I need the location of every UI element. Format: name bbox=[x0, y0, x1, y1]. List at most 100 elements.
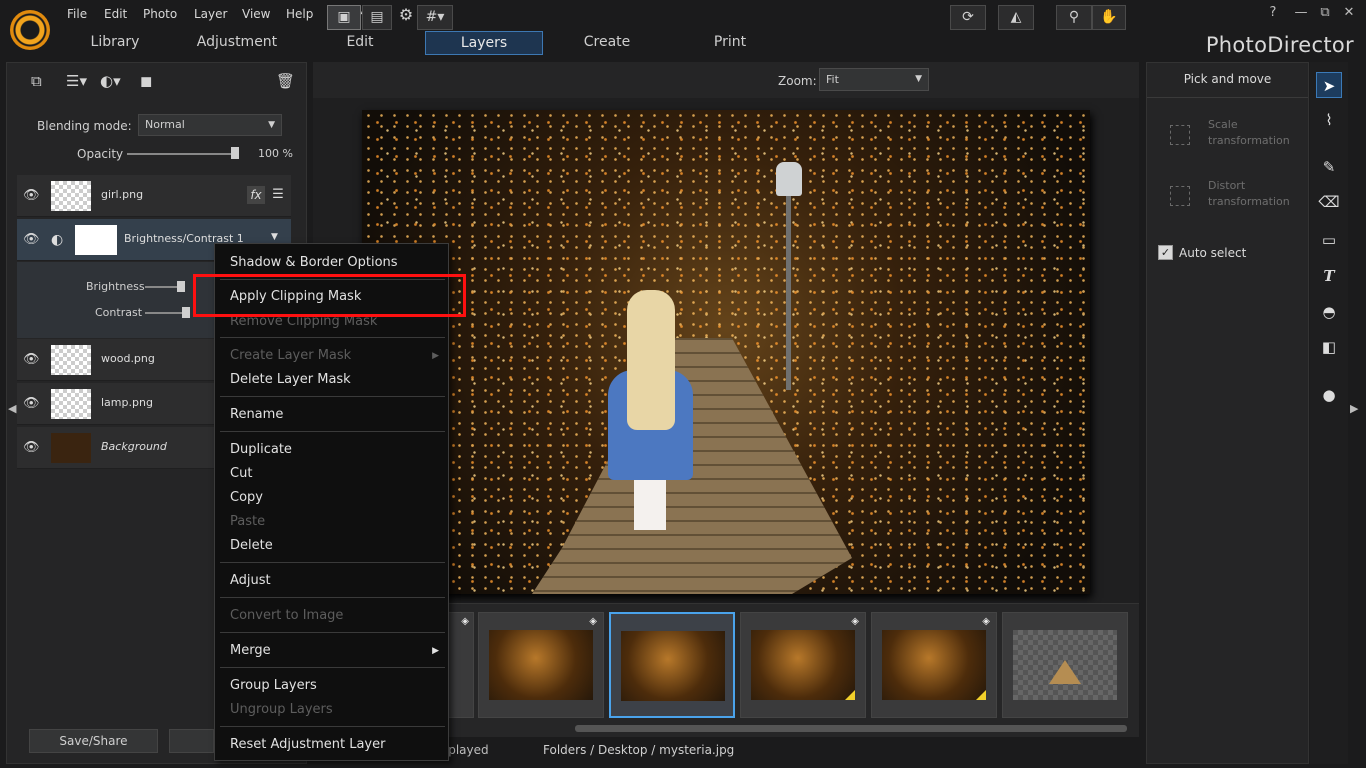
add-layer-icon[interactable]: ⧉ bbox=[31, 70, 42, 92]
rectangle-shape-icon[interactable]: ▭ bbox=[1316, 227, 1342, 253]
photodirector-logo-icon[interactable] bbox=[10, 10, 50, 50]
film-thumbnail[interactable]: ◈ bbox=[478, 612, 604, 718]
distort-transform-icon bbox=[1170, 186, 1190, 206]
menu-layer[interactable]: Layer bbox=[194, 7, 227, 21]
flip-button[interactable]: ◭ bbox=[998, 5, 1034, 30]
visibility-eye-icon[interactable]: 👁 bbox=[23, 440, 40, 455]
eraser-icon[interactable]: ⌫ bbox=[1316, 189, 1342, 215]
brightness-label: Brightness bbox=[86, 280, 145, 293]
grid-toggle-button[interactable]: #▾ bbox=[417, 5, 453, 30]
close-button[interactable]: ✕ bbox=[1340, 4, 1358, 22]
blur-drop-icon[interactable]: ● bbox=[1316, 382, 1342, 408]
layer-options-icon[interactable]: ☰▾ bbox=[66, 70, 87, 92]
menu-photo[interactable]: Photo bbox=[143, 7, 177, 21]
menu-item-adjust[interactable]: Adjust bbox=[230, 573, 271, 588]
menu-item-rename[interactable]: Rename bbox=[230, 407, 283, 422]
layer-thumbnail bbox=[51, 345, 91, 375]
menu-item-duplicate[interactable]: Duplicate bbox=[230, 442, 292, 457]
menu-item-delete[interactable]: Delete bbox=[230, 538, 273, 553]
menu-edit[interactable]: Edit bbox=[104, 7, 127, 21]
opacity-label: Opacity bbox=[77, 147, 124, 161]
tab-library[interactable]: Library bbox=[65, 31, 165, 55]
paint-bucket-icon[interactable]: ◓ bbox=[1316, 299, 1342, 325]
tab-print[interactable]: Print bbox=[680, 31, 780, 55]
film-thumbnail[interactable]: ◈ bbox=[871, 612, 997, 718]
visibility-eye-icon[interactable]: 👁 bbox=[23, 188, 40, 203]
submenu-arrow-icon: ▶ bbox=[432, 351, 439, 361]
distort-transformation-option[interactable]: Distort transformation bbox=[1154, 171, 1302, 223]
delete-layer-trash-icon[interactable]: 🗑 bbox=[276, 70, 295, 92]
layer-mask-icon[interactable]: ◼ bbox=[140, 70, 152, 92]
brightness-slider-thumb[interactable] bbox=[177, 281, 185, 292]
settings-gear-icon[interactable]: ⚙ bbox=[396, 5, 416, 25]
edited-flag-icon bbox=[976, 690, 986, 700]
status-file-path: Folders / Desktop / mysteria.jpg bbox=[543, 743, 735, 757]
menu-item-group-layers[interactable]: Group Layers bbox=[230, 678, 317, 693]
visibility-eye-icon[interactable]: 👁 bbox=[23, 232, 40, 247]
auto-select-label: Auto select bbox=[1179, 246, 1247, 260]
opacity-slider-thumb[interactable] bbox=[231, 147, 239, 159]
gradient-icon[interactable]: ◧ bbox=[1316, 334, 1342, 360]
menu-file[interactable]: File bbox=[67, 7, 87, 21]
compare-view-button[interactable]: ▤ bbox=[362, 5, 392, 30]
layered-stack-icon: ◈ bbox=[589, 616, 597, 627]
menu-item-delete-layer-mask[interactable]: Delete Layer Mask bbox=[230, 372, 351, 387]
selection-brush-icon[interactable]: ⌇ bbox=[1316, 107, 1342, 133]
single-view-button[interactable]: ▣ bbox=[327, 5, 361, 30]
menu-item-ungroup-layers: Ungroup Layers bbox=[230, 702, 333, 717]
layer-effects-fx-icon[interactable]: fx bbox=[247, 186, 265, 204]
visibility-eye-icon[interactable]: 👁 bbox=[23, 352, 40, 367]
menu-item-shadow-border-options[interactable]: Shadow & Border Options bbox=[230, 255, 398, 270]
visibility-eye-icon[interactable]: 👁 bbox=[23, 396, 40, 411]
menu-help[interactable]: Help bbox=[286, 7, 313, 21]
layer-mask-thumbnail bbox=[75, 225, 117, 255]
restore-button[interactable]: ⧉ bbox=[1316, 4, 1334, 22]
menu-item-cut[interactable]: Cut bbox=[230, 466, 252, 481]
menu-view[interactable]: View bbox=[242, 7, 270, 21]
tab-create[interactable]: Create bbox=[557, 31, 657, 55]
expand-chevron-down-icon[interactable]: ▼ bbox=[271, 232, 278, 242]
contrast-slider-thumb[interactable] bbox=[182, 307, 190, 318]
contrast-slider-track[interactable] bbox=[145, 312, 185, 314]
blending-mode-select[interactable]: Normal ▼ bbox=[138, 114, 282, 136]
secondary-panel-button[interactable] bbox=[169, 729, 214, 753]
photo-canvas[interactable] bbox=[362, 110, 1090, 594]
collapse-left-panel-arrow-icon[interactable]: ◀ bbox=[8, 402, 16, 415]
minimize-button[interactable]: — bbox=[1292, 4, 1310, 22]
help-button[interactable]: ? bbox=[1264, 4, 1282, 22]
menu-item-merge[interactable]: Merge bbox=[230, 643, 271, 658]
film-thumbnail-selected[interactable] bbox=[609, 612, 735, 718]
brush-pencil-icon[interactable]: ✎ bbox=[1316, 154, 1342, 180]
menu-item-reset-adjustment-layer[interactable]: Reset Adjustment Layer bbox=[230, 737, 385, 752]
opacity-slider-track[interactable] bbox=[127, 153, 237, 155]
pan-hand-tool-icon[interactable]: ✋ bbox=[1092, 5, 1126, 30]
tab-layers[interactable]: Layers bbox=[425, 31, 543, 55]
filmstrip-scrollbar[interactable] bbox=[575, 725, 1127, 732]
menu-divider bbox=[220, 726, 445, 727]
save-share-button[interactable]: Save/Share bbox=[29, 729, 158, 753]
layer-adjust-sliders-icon[interactable]: ☰ bbox=[269, 186, 287, 204]
adjustment-layer-icon[interactable]: ◐▾ bbox=[100, 70, 121, 92]
rotate-button[interactable]: ⟳ bbox=[950, 5, 986, 30]
menu-item-create-layer-mask: Create Layer Mask bbox=[230, 348, 352, 363]
layer-name: wood.png bbox=[101, 352, 155, 365]
tab-adjustment[interactable]: Adjustment bbox=[186, 31, 288, 55]
film-thumbnail[interactable]: ◈ bbox=[448, 612, 474, 718]
film-thumbnail[interactable] bbox=[1002, 612, 1128, 718]
film-thumbnail[interactable]: ◈ bbox=[740, 612, 866, 718]
zoom-tool-magnifier-icon[interactable]: ⚲ bbox=[1056, 5, 1092, 30]
menu-item-copy[interactable]: Copy bbox=[230, 490, 263, 505]
menu-divider bbox=[220, 562, 445, 563]
menu-divider bbox=[220, 632, 445, 633]
thumbnail-image bbox=[489, 630, 593, 700]
pick-move-arrow-icon[interactable]: ➤ bbox=[1316, 72, 1342, 98]
scale-transformation-option[interactable]: Scale transformation bbox=[1154, 110, 1302, 162]
zoom-select[interactable]: Fit ▼ bbox=[819, 68, 929, 91]
layer-row-girl[interactable]: 👁 girl.png fx ☰ bbox=[17, 175, 291, 217]
tab-edit[interactable]: Edit bbox=[310, 31, 410, 55]
auto-select-checkbox[interactable]: ✓ bbox=[1158, 245, 1173, 260]
thumbnail-image bbox=[621, 631, 725, 701]
collapse-right-panel-arrow-icon[interactable]: ▶ bbox=[1350, 402, 1358, 415]
text-tool-icon[interactable]: T bbox=[1316, 263, 1342, 289]
distort-label-line1: Distort bbox=[1208, 179, 1246, 192]
